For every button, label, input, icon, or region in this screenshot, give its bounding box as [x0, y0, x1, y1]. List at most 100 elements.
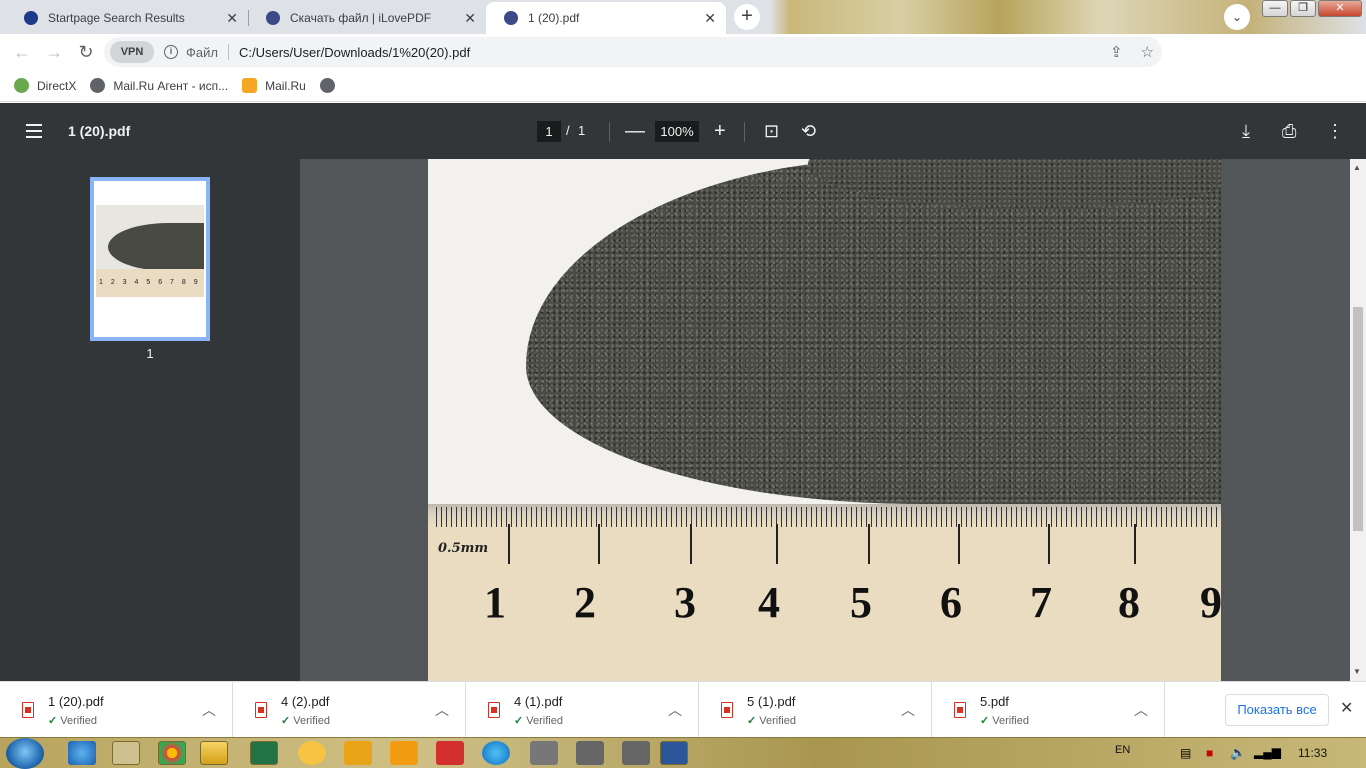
url-text[interactable]: C:/Users/User/Downloads/1%20(20).pdf [239, 45, 470, 60]
back-button[interactable]: ← [6, 36, 38, 68]
bookmark-mailru-agent[interactable]: Mail.Ru Агент - исп... [90, 78, 228, 93]
chevron-up-icon[interactable]: ︿ [901, 700, 915, 720]
new-tab-button[interactable]: + [734, 4, 760, 30]
scrollbar-thumb[interactable] [1353, 307, 1363, 531]
pdf-reader-icon[interactable] [436, 741, 464, 765]
print-icon[interactable]: ⎙ [1282, 119, 1296, 143]
download-status: Verified [48, 714, 97, 727]
vertical-scrollbar[interactable]: ▲ ▼ [1350, 159, 1366, 681]
ruler-unit-label: 0.5mm [438, 541, 489, 556]
download-icon[interactable]: ⤓ [1242, 119, 1250, 143]
tab-startpage[interactable]: Startpage Search Results ✕ [6, 2, 248, 34]
ruler-major-tick [508, 524, 510, 564]
windows-taskbar: EN ▤ ■ 🔈 ▂▄▆ 11:33 [0, 737, 1366, 769]
ruler-number: 9 [1200, 578, 1221, 627]
start-button[interactable] [6, 738, 44, 769]
more-options-icon[interactable]: ⋮ [1326, 119, 1344, 143]
protocol-label: Файл [186, 44, 218, 60]
thumbnail-powder [108, 223, 204, 271]
language-indicator[interactable]: EN [1115, 744, 1130, 756]
ruler-major-tick [1048, 524, 1050, 564]
thumbnail-ruler: 1 2 3 4 5 6 7 8 9 [96, 269, 204, 297]
download-item[interactable]: 4 (2).pdf Verified ︿ [233, 682, 466, 738]
leaf-icon [14, 78, 29, 93]
tab-ilovepdf[interactable]: Скачать файл | iLovePDF ✕ [248, 2, 486, 34]
scroll-up-icon[interactable]: ▲ [1353, 163, 1361, 172]
zoom-in-button[interactable]: + [714, 119, 726, 143]
app-m-icon[interactable] [576, 741, 604, 765]
tab-close-icon[interactable]: ✕ [704, 10, 716, 27]
bookmark-label: Mail.Ru Агент - исп... [113, 78, 229, 93]
folder-icon[interactable] [200, 741, 228, 765]
ruler-major-tick [958, 524, 960, 564]
page-thumbnail[interactable]: 1 2 3 4 5 6 7 8 9 [90, 177, 210, 341]
fit-page-icon[interactable]: ⊡ [764, 119, 779, 143]
download-item[interactable]: 4 (1).pdf Verified ︿ [466, 682, 699, 738]
chrome-icon[interactable] [158, 741, 186, 765]
internet-explorer-icon[interactable] [68, 741, 96, 765]
bookmark-globe[interactable] [319, 78, 343, 93]
scroll-down-icon[interactable]: ▼ [1353, 667, 1361, 676]
show-all-downloads-button[interactable]: Показать все [1225, 694, 1329, 726]
word-icon[interactable] [660, 741, 688, 765]
browser-toolbar: ← → ↻ VPN i Файл C:/Users/User/Downloads… [0, 34, 1366, 94]
chevron-up-icon[interactable]: ︿ [202, 700, 216, 720]
download-filename: 1 (20).pdf [48, 694, 104, 709]
tab-close-icon[interactable]: ✕ [226, 10, 238, 27]
powder-pile-image [526, 159, 1221, 504]
omnibox[interactable]: VPN i Файл C:/Users/User/Downloads/1%20(… [104, 37, 1162, 67]
download-item[interactable]: 5 (1).pdf Verified ︿ [699, 682, 932, 738]
pdf-toolbar: 1 (20).pdf 1 / 1 — 100% + ⊡ ⟲ ⤓ ⎙ ⋮ [0, 103, 1366, 159]
thumbnail-sidebar: 1 2 3 4 5 6 7 8 9 1 [0, 159, 300, 681]
vpn-badge[interactable]: VPN [110, 41, 154, 63]
app-y-icon[interactable] [530, 741, 558, 765]
forward-button[interactable]: → [38, 36, 70, 68]
page-number-input[interactable]: 1 [537, 121, 561, 142]
minimize-button[interactable]: — [1262, 0, 1288, 17]
download-item[interactable]: 5.pdf Verified ︿ [932, 682, 1165, 738]
media-player-icon[interactable] [390, 741, 418, 765]
security-tray-icon[interactable]: ■ [1206, 746, 1213, 760]
network-tray-icon[interactable]: ▤ [1180, 746, 1191, 760]
chevron-up-icon[interactable]: ︿ [1134, 700, 1148, 720]
ruler-major-tick [1134, 524, 1136, 564]
chevron-up-icon[interactable]: ︿ [668, 700, 682, 720]
zoom-out-button[interactable]: — [625, 119, 645, 143]
globe-icon [319, 78, 335, 93]
download-filename: 5.pdf [980, 694, 1009, 709]
ruler-major-tick [868, 524, 870, 564]
bookmark-directx[interactable]: DirectX [14, 78, 76, 93]
share-icon[interactable]: ⇪ [1110, 43, 1123, 61]
close-downloads-icon[interactable]: ✕ [1340, 698, 1353, 718]
signal-icon[interactable]: ▂▄▆ [1254, 745, 1281, 759]
volume-icon[interactable]: 🔈 [1230, 745, 1246, 761]
info-icon[interactable]: i [164, 45, 178, 59]
pdf-file-icon [22, 702, 34, 718]
tab-strip: Startpage Search Results ✕ Скачать файл … [0, 0, 1366, 34]
chrome-alt-icon[interactable] [112, 741, 140, 765]
close-window-button[interactable]: ✕ [1318, 0, 1362, 17]
tab-pdf-active[interactable]: 1 (20).pdf ✕ [486, 2, 726, 34]
excel-icon[interactable] [250, 741, 278, 765]
app-n-icon[interactable] [622, 741, 650, 765]
archive-icon[interactable] [344, 741, 372, 765]
tab-close-icon[interactable]: ✕ [464, 10, 476, 27]
rotate-icon[interactable]: ⟲ [801, 119, 816, 143]
ruler-number: 5 [850, 578, 872, 627]
globe-icon [266, 11, 280, 25]
bookmark-star-icon[interactable]: ☆ [1141, 43, 1154, 61]
bookmark-mailru[interactable]: Mail.Ru [242, 78, 306, 93]
maximize-button[interactable]: ❐ [1290, 0, 1316, 17]
reload-button[interactable]: ↻ [70, 36, 102, 68]
download-status: Verified [514, 714, 563, 727]
edge-icon[interactable] [482, 741, 510, 765]
download-item[interactable]: 1 (20).pdf Verified ︿ [0, 682, 233, 738]
pdf-viewport[interactable]: 0.5mm 1 2 3 4 5 6 7 8 9 [300, 159, 1350, 681]
tab-search-button[interactable]: ⌄ [1224, 4, 1250, 30]
url-divider [227, 44, 229, 60]
app-icon[interactable] [298, 741, 326, 765]
chevron-up-icon[interactable]: ︿ [435, 700, 449, 720]
zoom-input[interactable]: 100% [655, 121, 699, 142]
system-clock[interactable]: 11:33 [1298, 746, 1327, 760]
menu-icon[interactable] [26, 124, 42, 138]
